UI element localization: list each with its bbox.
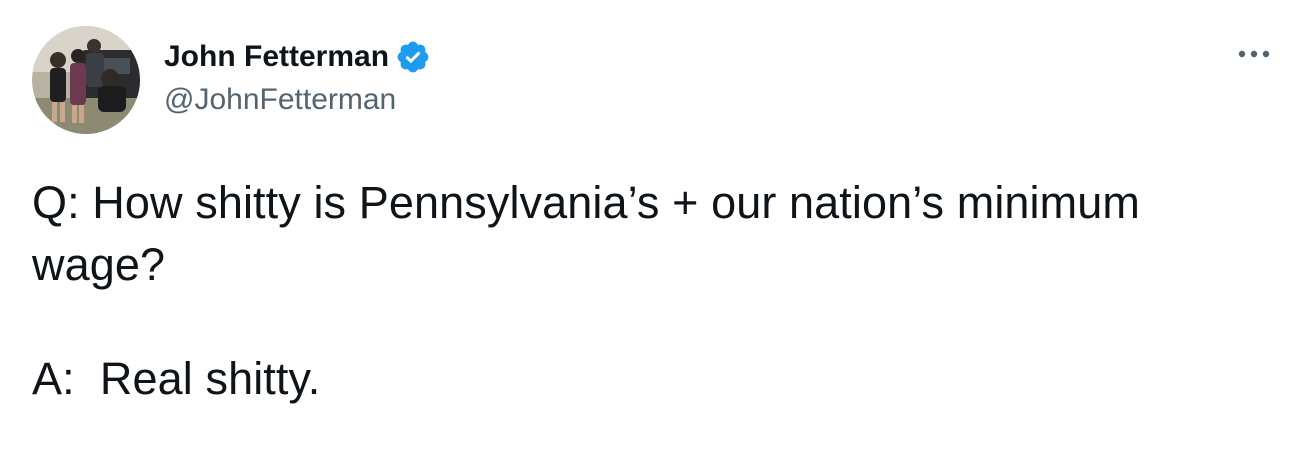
more-options-button[interactable] — [1226, 36, 1282, 72]
more-options-icon — [1238, 50, 1270, 58]
tweet-answer-text: A: Real shitty. — [32, 353, 321, 404]
tweet-question-text: Q: How shitty is Pennsylvania’s + our na… — [32, 177, 1153, 290]
author-name-row: John Fetterman — [164, 36, 431, 78]
author-info: John Fetterman @JohnFetterman — [164, 36, 431, 120]
tweet-text: Q: How shitty is Pennsylvania’s + our na… — [32, 172, 1282, 410]
tweet-card: John Fetterman @JohnFetterman Q: How shi… — [0, 0, 1300, 456]
verified-badge-icon — [395, 39, 431, 75]
author-display-name[interactable]: John Fetterman — [164, 36, 389, 78]
profile-photo-icon — [32, 26, 140, 134]
author-avatar[interactable] — [32, 26, 140, 134]
author-handle[interactable]: @JohnFetterman — [164, 80, 431, 120]
